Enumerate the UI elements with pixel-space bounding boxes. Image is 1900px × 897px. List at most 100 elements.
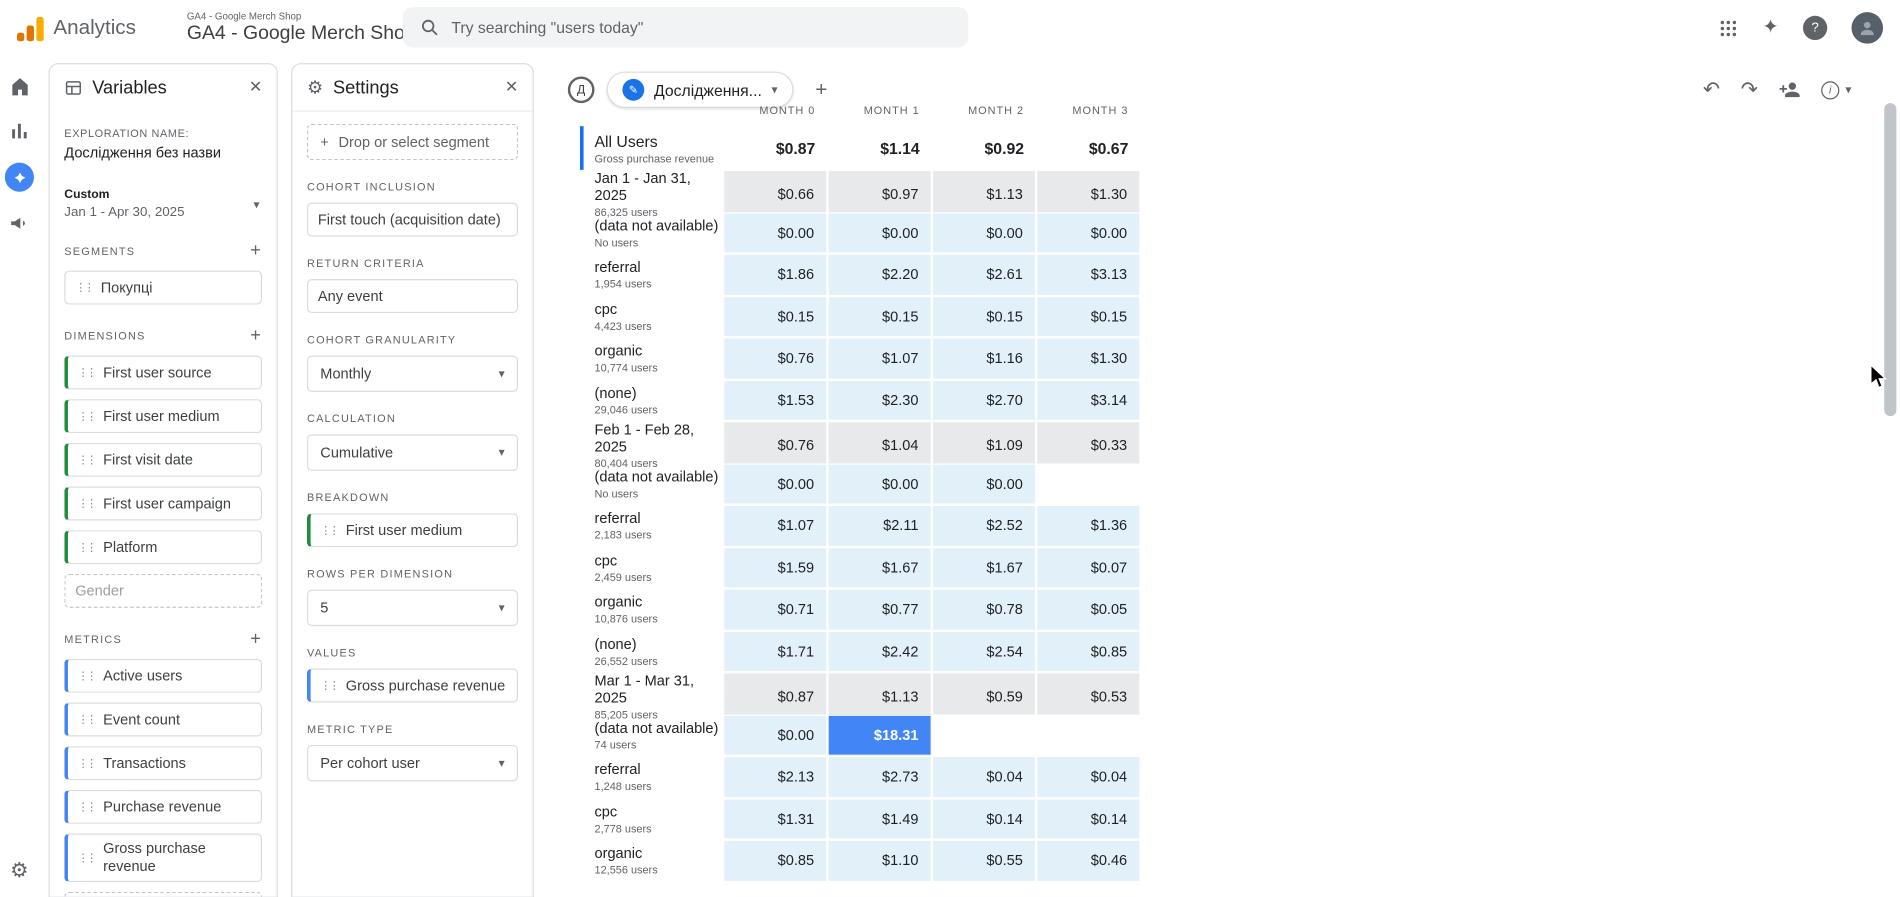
value-cell[interactable]: $2.13 [723, 755, 828, 798]
value-cell[interactable]: $1.49 [827, 797, 932, 840]
segment-chip[interactable]: ⋮⋮ Покупці [64, 270, 263, 305]
value-cell[interactable] [1036, 714, 1141, 756]
variables-close-icon[interactable]: ✕ [249, 78, 262, 97]
table-row[interactable]: Jan 1 - Jan 31, 2025 86,325 users $0.66 … [580, 169, 1141, 219]
search-input[interactable] [451, 18, 952, 37]
value-cell[interactable]: $0.71 [723, 588, 828, 631]
value-cell[interactable]: $18.31 [827, 714, 932, 756]
admin-gear-icon[interactable]: ⚙ [0, 859, 39, 883]
search-bar[interactable] [402, 7, 969, 48]
redo-icon[interactable]: ↷ [1741, 78, 1758, 102]
vertical-scrollbar-thumb[interactable] [1884, 103, 1897, 417]
value-cell[interactable]: $1.07 [723, 504, 828, 547]
nav-advertising-icon[interactable] [6, 210, 33, 237]
table-row[interactable]: cpc 4,423 users $0.15 $0.15 $0.15 $0.15 [580, 295, 1141, 338]
calculation-select[interactable]: Cumulative ▾ [306, 434, 519, 471]
value-cell[interactable]: $1.14 [827, 126, 932, 170]
add-metric-button[interactable]: + [250, 628, 262, 649]
value-cell[interactable]: $1.10 [827, 839, 932, 882]
value-cell[interactable]: $0.15 [723, 295, 828, 338]
value-cell[interactable]: $0.15 [827, 295, 932, 338]
value-cell[interactable]: $0.85 [723, 839, 828, 882]
table-row[interactable]: (data not available) No users $0.00 $0.0… [580, 211, 1141, 254]
value-cell[interactable]: $1.31 [723, 797, 828, 840]
cohort-inclusion-chip[interactable]: First touch (acquisition date) [306, 202, 519, 237]
variable-chip[interactable]: ⋮⋮ Gross purchase revenue [64, 833, 263, 883]
value-cell[interactable]: $2.20 [827, 253, 932, 296]
table-row[interactable]: organic 10,774 users $0.76 $1.07 $1.16 $… [580, 337, 1141, 380]
value-cell[interactable]: $2.11 [827, 504, 932, 547]
value-cell[interactable]: $2.54 [931, 630, 1037, 673]
value-cell[interactable]: $0.00 [931, 462, 1037, 505]
table-row[interactable]: cpc 2,459 users $1.59 $1.67 $1.67 $0.07 [580, 546, 1141, 589]
value-cell[interactable]: $0.00 [931, 211, 1037, 254]
value-cell[interactable]: $0.78 [931, 588, 1037, 631]
value-cell[interactable]: $1.59 [723, 546, 828, 589]
table-row[interactable]: organic 12,556 users $0.85 $1.10 $0.55 $… [580, 839, 1141, 882]
nav-home-icon[interactable] [6, 73, 33, 100]
value-cell[interactable]: $0.04 [931, 755, 1037, 798]
value-cell[interactable]: $0.76 [723, 337, 828, 380]
variable-chip[interactable]: ⋮⋮ First user medium [64, 399, 263, 434]
value-cell[interactable]: $0.00 [1036, 211, 1141, 254]
share-person-add-icon[interactable] [1779, 79, 1801, 101]
table-row[interactable]: organic 10,876 users $0.71 $0.77 $0.78 $… [580, 588, 1141, 631]
add-segment-button[interactable]: + [250, 240, 262, 261]
value-cell[interactable]: $0.87 [723, 126, 828, 170]
table-row[interactable]: (data not available) No users $0.00 $0.0… [580, 462, 1141, 505]
table-row[interactable]: Feb 1 - Feb 28, 2025 80,404 users $0.76 … [580, 421, 1141, 470]
undo-icon[interactable]: ↶ [1703, 78, 1720, 102]
variable-chip[interactable]: ⋮⋮ First user source [64, 355, 263, 390]
variable-chip[interactable]: ⋮⋮ First user campaign [64, 486, 263, 521]
value-cell[interactable]: $0.55 [931, 839, 1037, 882]
value-cell[interactable]: $2.30 [827, 379, 932, 422]
variable-chip[interactable]: ⋮⋮ Active users [64, 658, 263, 693]
value-cell[interactable]: $0.00 [723, 714, 828, 756]
value-cell[interactable]: $0.15 [1036, 295, 1141, 338]
metric-type-select[interactable]: Per cohort user ▾ [306, 744, 519, 782]
value-cell[interactable]: $0.00 [723, 462, 828, 505]
help-button[interactable]: ? [1802, 15, 1828, 41]
value-cell[interactable]: $1.07 [827, 337, 932, 380]
value-cell[interactable]: $2.73 [827, 755, 932, 798]
variable-chip[interactable]: ⋮⋮ Transactions [64, 746, 263, 781]
value-cell[interactable]: $0.67 [1036, 126, 1141, 170]
variable-chip[interactable]: ⋮⋮ Platform [64, 530, 263, 565]
nav-reports-icon[interactable] [6, 118, 33, 145]
metric-placeholder-chip[interactable] [64, 891, 263, 897]
segment-drop-target[interactable]: + Drop or select segment [306, 123, 519, 161]
value-cell[interactable]: $0.92 [931, 126, 1037, 170]
insights-sparkle-icon[interactable]: ✦ [1762, 18, 1778, 37]
value-cell[interactable]: $0.46 [1036, 839, 1141, 882]
value-cell[interactable]: $0.85 [1036, 630, 1141, 673]
user-avatar[interactable] [1851, 12, 1884, 44]
table-row[interactable]: referral 1,954 users $1.86 $2.20 $2.61 $… [580, 253, 1141, 296]
all-users-row[interactable]: All Users Gross purchase revenue $0.87 $… [579, 126, 1141, 170]
value-cell[interactable]: $0.14 [1036, 797, 1141, 840]
dimension-placeholder-chip[interactable]: Gender [64, 573, 263, 608]
value-cell[interactable]: $2.42 [827, 630, 932, 673]
value-cell[interactable]: $3.13 [1036, 253, 1141, 296]
value-cell[interactable]: $3.14 [1036, 379, 1141, 422]
date-range-selector[interactable]: Custom Jan 1 - Apr 30, 2025 ▾ [64, 188, 262, 220]
info-button[interactable]: i ▾ [1821, 80, 1851, 99]
rows-per-dimension-select[interactable]: 5 ▾ [306, 589, 519, 627]
value-cell[interactable]: $0.15 [931, 295, 1037, 338]
settings-close-icon[interactable]: ✕ [505, 78, 518, 97]
nav-explore-icon[interactable] [4, 162, 34, 192]
cohort-granularity-select[interactable]: Monthly ▾ [306, 355, 519, 392]
values-chip[interactable]: ⋮⋮ Gross purchase revenue [306, 668, 519, 703]
value-cell[interactable] [931, 714, 1037, 756]
table-row[interactable]: (none) 26,552 users $1.71 $2.42 $2.54 $0… [580, 630, 1141, 673]
add-dimension-button[interactable]: + [250, 325, 262, 346]
variable-chip[interactable]: ⋮⋮ Purchase revenue [64, 789, 263, 824]
value-cell[interactable] [1036, 462, 1141, 505]
value-cell[interactable]: $0.77 [827, 588, 932, 631]
value-cell[interactable]: $1.36 [1036, 504, 1141, 547]
value-cell[interactable]: $0.00 [827, 211, 932, 254]
value-cell[interactable]: $0.04 [1036, 755, 1141, 798]
value-cell[interactable]: $2.52 [931, 504, 1037, 547]
table-row[interactable]: referral 2,183 users $1.07 $2.11 $2.52 $… [580, 504, 1141, 547]
breakdown-chip[interactable]: ⋮⋮ First user medium [306, 513, 519, 548]
return-criteria-chip[interactable]: Any event [306, 279, 519, 314]
